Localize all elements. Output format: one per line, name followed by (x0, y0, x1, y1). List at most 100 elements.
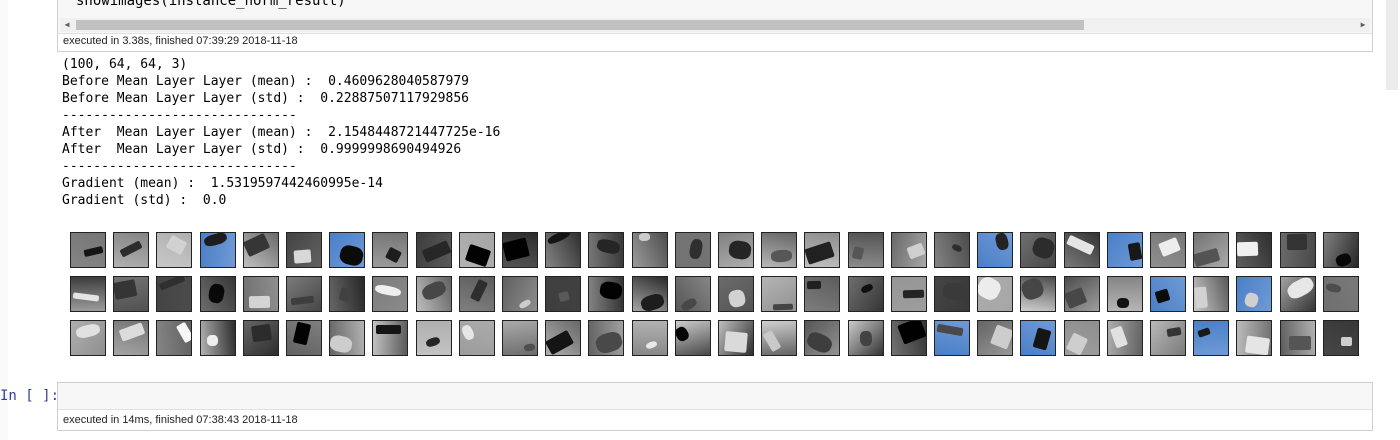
image-thumbnail (761, 232, 797, 268)
image-thumbnail (588, 232, 624, 268)
image-thumbnail (459, 320, 495, 356)
image-thumbnail (1236, 320, 1272, 356)
image-thumbnail (502, 232, 538, 268)
image-thumbnail (372, 320, 408, 356)
execution-info: executed in 14ms, finished 07:38:43 2018… (63, 414, 298, 426)
image-thumbnail (1193, 320, 1229, 356)
image-thumbnail (718, 276, 754, 312)
image-thumbnail (1150, 232, 1186, 268)
image-thumbnail (977, 276, 1013, 312)
image-thumbnail (1323, 276, 1359, 312)
image-thumbnail (416, 276, 452, 312)
image-thumbnail (675, 320, 711, 356)
image-thumbnail (113, 276, 149, 312)
image-thumbnail (1193, 276, 1229, 312)
image-row (70, 320, 1364, 364)
image-thumbnail (1193, 232, 1229, 268)
image-thumbnail (1107, 232, 1143, 268)
output-line: Gradient (std) : 0.0 (62, 193, 227, 208)
image-thumbnail (502, 320, 538, 356)
image-thumbnail (848, 320, 884, 356)
image-thumbnail (416, 232, 452, 268)
image-thumbnail (113, 232, 149, 268)
image-thumbnail (200, 276, 236, 312)
image-thumbnail (113, 320, 149, 356)
image-thumbnail (1064, 276, 1100, 312)
output-line: Before Mean Layer Layer (mean) : 0.46096… (62, 74, 469, 89)
code-editor[interactable]: showimages(instance_norm_result) ◀ ▶ (58, 0, 1372, 34)
image-thumbnail (977, 320, 1013, 356)
image-thumbnail (1020, 320, 1056, 356)
image-grid (70, 232, 1364, 364)
code-line: showimages(instance_norm_result) (76, 0, 346, 9)
image-thumbnail (1236, 276, 1272, 312)
image-thumbnail (1280, 320, 1316, 356)
image-thumbnail (848, 232, 884, 268)
cell-output: (100, 64, 64, 3) Before Mean Layer Layer… (62, 56, 500, 209)
image-thumbnail (891, 320, 927, 356)
image-thumbnail (804, 276, 840, 312)
image-thumbnail (156, 276, 192, 312)
image-thumbnail (891, 276, 927, 312)
image-thumbnail (243, 276, 279, 312)
scroll-left-icon[interactable]: ◀ (60, 18, 74, 32)
scrollbar-thumb[interactable] (76, 20, 1084, 30)
image-thumbnail (372, 232, 408, 268)
image-thumbnail (243, 232, 279, 268)
image-thumbnail (718, 232, 754, 268)
output-line: (100, 64, 64, 3) (62, 57, 188, 72)
horizontal-scrollbar[interactable]: ◀ ▶ (60, 18, 1370, 32)
image-thumbnail (934, 276, 970, 312)
image-thumbnail (588, 320, 624, 356)
output-line: After Mean Layer Layer (std) : 0.9999998… (62, 142, 462, 157)
image-thumbnail (977, 232, 1013, 268)
image-thumbnail (632, 320, 668, 356)
image-thumbnail (70, 232, 106, 268)
image-thumbnail (1323, 232, 1359, 268)
image-thumbnail (1107, 320, 1143, 356)
image-thumbnail (1020, 232, 1056, 268)
image-thumbnail (675, 276, 711, 312)
image-thumbnail (848, 276, 884, 312)
image-thumbnail (286, 276, 322, 312)
image-thumbnail (200, 320, 236, 356)
page-scrollbar[interactable] (1386, 0, 1398, 90)
image-thumbnail (243, 320, 279, 356)
image-thumbnail (329, 232, 365, 268)
image-thumbnail (329, 276, 365, 312)
image-thumbnail (1064, 232, 1100, 268)
image-thumbnail (632, 276, 668, 312)
image-thumbnail (156, 232, 192, 268)
input-prompt: In [ ]: (0, 388, 60, 404)
image-thumbnail (891, 232, 927, 268)
image-row (70, 232, 1364, 276)
scroll-right-icon[interactable]: ▶ (1356, 18, 1370, 32)
code-cell[interactable]: showimages(instance_norm_result) ◀ ▶ exe… (57, 0, 1373, 52)
image-thumbnail (588, 276, 624, 312)
image-row (70, 276, 1364, 320)
image-thumbnail (1150, 320, 1186, 356)
image-thumbnail (286, 232, 322, 268)
image-thumbnail (459, 232, 495, 268)
image-thumbnail (1150, 276, 1186, 312)
image-thumbnail (156, 320, 192, 356)
code-cell[interactable]: executed in 14ms, finished 07:38:43 2018… (57, 382, 1373, 431)
image-thumbnail (1064, 320, 1100, 356)
image-thumbnail (329, 320, 365, 356)
execution-info: executed in 3.38s, finished 07:39:29 201… (63, 35, 298, 47)
image-thumbnail (70, 276, 106, 312)
image-thumbnail (804, 232, 840, 268)
code-editor[interactable] (58, 383, 1372, 410)
image-thumbnail (545, 232, 581, 268)
image-thumbnail (1280, 276, 1316, 312)
image-thumbnail (934, 232, 970, 268)
output-line: Before Mean Layer Layer (std) : 0.228875… (62, 91, 469, 106)
image-thumbnail (200, 232, 236, 268)
output-line: Gradient (mean) : 1.5319597442460995e-14 (62, 176, 383, 191)
image-thumbnail (718, 320, 754, 356)
image-thumbnail (545, 320, 581, 356)
left-gutter (0, 0, 8, 440)
image-thumbnail (545, 276, 581, 312)
image-thumbnail (1323, 320, 1359, 356)
image-thumbnail (804, 320, 840, 356)
